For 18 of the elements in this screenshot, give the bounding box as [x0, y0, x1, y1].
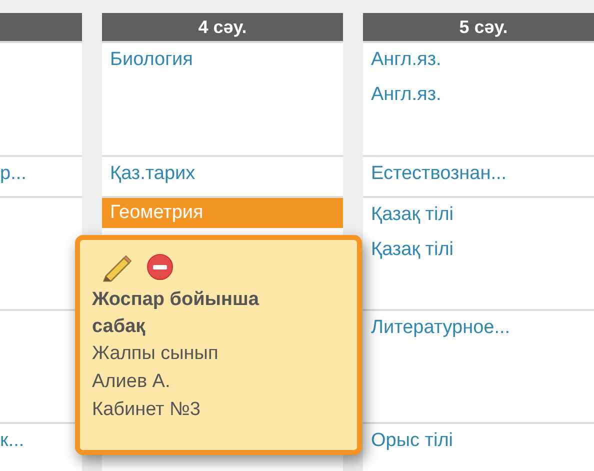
lesson-link[interactable]: Геометрия — [102, 198, 343, 228]
popup-text: Алиев А. — [92, 370, 172, 394]
lesson-link[interactable]: р... — [0, 161, 82, 196]
lesson-link[interactable]: Қазақ тілі — [363, 237, 594, 272]
lesson-link[interactable]: Литературное... — [363, 315, 594, 350]
column-header: 5 сәу. — [363, 13, 594, 41]
remove-icon[interactable] — [146, 253, 174, 281]
lesson-link[interactable]: Қазақ тілі — [363, 202, 594, 237]
popup-title: Жоспар бойынша сабақ — [92, 288, 260, 339]
lesson-link[interactable]: Англ.яз. — [363, 82, 594, 117]
lesson-link[interactable]: Қаз.тарих — [102, 161, 343, 196]
popup-text: Кабинет №3 — [92, 398, 202, 422]
column-header: 4 сәу. — [102, 13, 343, 41]
lesson-link[interactable]: Биология — [102, 47, 343, 82]
lesson-link[interactable]: Англ.яз. — [363, 47, 594, 82]
lesson-link[interactable]: Орыс тілі — [363, 428, 594, 463]
lesson-link[interactable]: Естествознан... — [363, 161, 594, 196]
popup-text: Жалпы сынып — [92, 342, 220, 366]
